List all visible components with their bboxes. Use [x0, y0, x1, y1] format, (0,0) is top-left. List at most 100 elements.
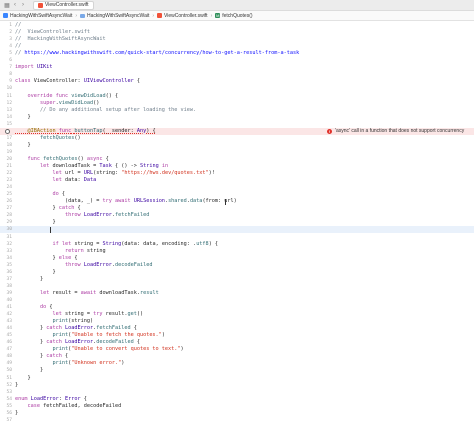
error-annotation[interactable]: !'async' call in a function that does no…	[327, 128, 464, 135]
line-number[interactable]: 38	[0, 283, 12, 290]
code-line[interactable]: 55 case fetchFailed, decodeFailed	[0, 403, 474, 410]
line-number[interactable]: 43	[0, 318, 12, 325]
line-number[interactable]: 22	[0, 170, 12, 177]
code-line[interactable]: 28 throw LoadError.fetchFailed	[0, 212, 474, 219]
code-line[interactable]: 13 // Do any additional setup after load…	[0, 107, 474, 114]
code-line[interactable]: 29 }	[0, 219, 474, 226]
code-line[interactable]: 14 }	[0, 114, 474, 121]
line-number[interactable]: 17	[0, 135, 12, 142]
code-line[interactable]: 3// HackingWithSwiftAsyncWait	[0, 36, 474, 43]
code-line[interactable]: 19	[0, 149, 474, 156]
code-line[interactable]: 10	[0, 85, 474, 92]
line-number[interactable]: 34	[0, 255, 12, 262]
code-line[interactable]: 16 @IBAction func buttonTap(_ sender: An…	[0, 127, 474, 135]
line-number[interactable]: 48	[0, 353, 12, 360]
code-line[interactable]: 45 print("Unable to fetch the quotes.")	[0, 332, 474, 339]
code-line[interactable]: 33 return string	[0, 248, 474, 255]
line-number[interactable]: 31	[0, 234, 12, 241]
code-line[interactable]: 38	[0, 283, 474, 290]
line-number[interactable]: 41	[0, 304, 12, 311]
line-number[interactable]: 25	[0, 191, 12, 198]
breadcrumb-symbol[interactable]: M fetchQuotes()	[215, 13, 253, 19]
line-number[interactable]: 6	[0, 57, 12, 64]
line-number[interactable]: 47	[0, 346, 12, 353]
line-number[interactable]: 54	[0, 396, 12, 403]
line-number[interactable]: 46	[0, 339, 12, 346]
line-number[interactable]: 24	[0, 184, 12, 191]
line-number[interactable]: 18	[0, 142, 12, 149]
code-line[interactable]: 53	[0, 389, 474, 396]
line-number[interactable]: 20	[0, 156, 12, 163]
line-number[interactable]: 1	[0, 22, 12, 29]
line-number[interactable]: 30	[0, 226, 12, 233]
line-number[interactable]: 50	[0, 367, 12, 374]
code-line[interactable]: 51 }	[0, 375, 474, 382]
code-line[interactable]: 17 fetchQuotes()	[0, 135, 474, 142]
line-number[interactable]: 33	[0, 248, 12, 255]
code-line[interactable]: 25 do {	[0, 191, 474, 198]
line-number[interactable]: 3	[0, 36, 12, 43]
code-line[interactable]: 11 override func viewDidLoad() {	[0, 93, 474, 100]
breadcrumb-file[interactable]: ViewController.swift	[157, 13, 208, 19]
line-number[interactable]: 14	[0, 114, 12, 121]
breadcrumb-project[interactable]: HackingWithSwiftAsyncWait	[3, 13, 72, 19]
line-number[interactable]: 8	[0, 71, 12, 78]
line-number[interactable]: 27	[0, 205, 12, 212]
code-line[interactable]: 31	[0, 234, 474, 241]
code-line[interactable]: 49 print("Unknown error.")	[0, 360, 474, 367]
line-number[interactable]: 37	[0, 276, 12, 283]
breadcrumb-group[interactable]: HackingWithSwiftAsyncWait	[80, 13, 149, 19]
code-line[interactable]: 20 func fetchQuotes() async {	[0, 156, 474, 163]
back-arrow-icon[interactable]: ‹	[11, 1, 19, 9]
tab-viewcontroller[interactable]: ViewController.swift	[33, 0, 94, 10]
code-editor[interactable]: 1//2// ViewController.swift 3// HackingWi…	[0, 22, 474, 423]
code-line[interactable]: 50 }	[0, 367, 474, 374]
line-number[interactable]: 55	[0, 403, 12, 410]
code-line[interactable]: 47 print("Unable to convert quotes to te…	[0, 346, 474, 353]
code-line[interactable]: 12 super.viewDidLoad()	[0, 100, 474, 107]
line-number[interactable]: 45	[0, 332, 12, 339]
code-line[interactable]: 1//	[0, 22, 474, 29]
line-number[interactable]: 53	[0, 389, 12, 396]
code-line[interactable]: 2// ViewController.swift	[0, 29, 474, 36]
line-number[interactable]: 35	[0, 262, 12, 269]
code-line[interactable]: 54 enum LoadError: Error {	[0, 396, 474, 403]
line-number[interactable]: 40	[0, 297, 12, 304]
line-number[interactable]: 39	[0, 290, 12, 297]
code-line[interactable]: 43 print(string)	[0, 318, 474, 325]
line-number[interactable]: 13	[0, 107, 12, 114]
code-line[interactable]: 23 let data: Data	[0, 177, 474, 184]
code-line[interactable]: 36 }	[0, 269, 474, 276]
line-number[interactable]: 7	[0, 64, 12, 71]
line-number[interactable]: 23	[0, 177, 12, 184]
line-number[interactable]: 44	[0, 325, 12, 332]
line-number[interactable]: 10	[0, 85, 12, 92]
line-number[interactable]: 32	[0, 241, 12, 248]
code-line[interactable]: 18 }	[0, 142, 474, 149]
line-number[interactable]: 5	[0, 50, 12, 57]
code-line[interactable]: 48 } catch {	[0, 353, 474, 360]
code-line[interactable]: 44 } catch LoadError.fetchFailed {	[0, 325, 474, 332]
line-number[interactable]: 19	[0, 149, 12, 156]
line-number[interactable]: 2	[0, 29, 12, 36]
ibaction-connection-icon[interactable]	[5, 128, 10, 134]
line-number[interactable]: 21	[0, 163, 12, 170]
code-line[interactable]: 56}	[0, 410, 474, 417]
forward-arrow-icon[interactable]: ›	[19, 1, 27, 9]
code-line[interactable]: 52}	[0, 382, 474, 389]
code-line[interactable]: 39 let result = await downloadTask.resul…	[0, 290, 474, 297]
line-number[interactable]: 11	[0, 93, 12, 100]
line-number[interactable]: 51	[0, 375, 12, 382]
line-number[interactable]: 4	[0, 43, 12, 50]
code-line[interactable]: 34 } else {	[0, 255, 474, 262]
code-line[interactable]: 8	[0, 71, 474, 78]
line-number[interactable]: 36	[0, 269, 12, 276]
line-number[interactable]: 49	[0, 360, 12, 367]
line-number[interactable]: 56	[0, 410, 12, 417]
code-line[interactable]: 4//	[0, 43, 474, 50]
code-line[interactable]: 21 let downloadTask = Task { () -> Strin…	[0, 163, 474, 170]
code-line[interactable]: 40	[0, 297, 474, 304]
code-line[interactable]: 30	[0, 226, 474, 234]
code-line[interactable]: 24	[0, 184, 474, 191]
code-line[interactable]: 37 }	[0, 276, 474, 283]
